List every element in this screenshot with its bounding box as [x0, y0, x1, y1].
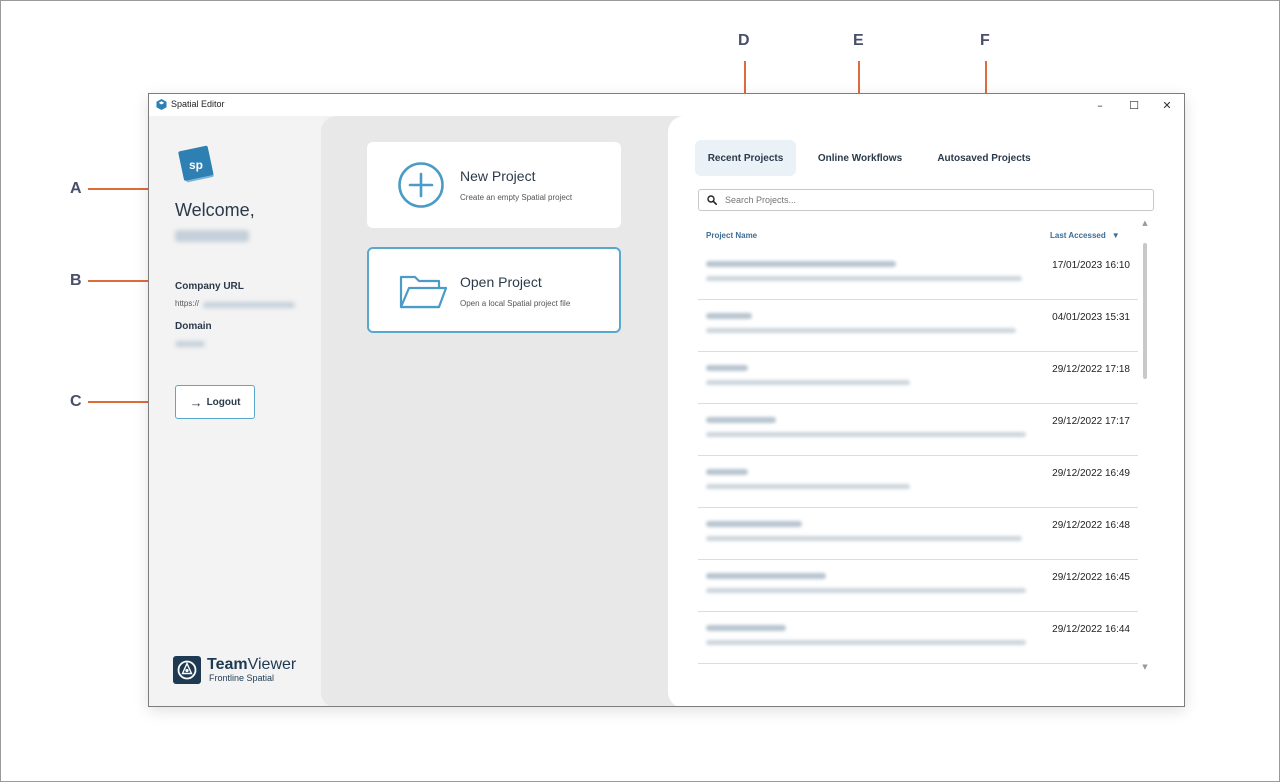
maximize-button[interactable]: ☐	[1117, 94, 1151, 116]
column-header-project-name[interactable]: Project Name	[706, 231, 757, 240]
project-path-redacted	[706, 536, 1022, 541]
project-name-redacted	[706, 625, 786, 631]
project-name-redacted	[706, 417, 776, 423]
project-path-redacted	[706, 328, 1016, 333]
teamviewer-logo: TeamViewer Frontline Spatial	[173, 656, 296, 684]
projects-panel: Recent Projects Online Workflows Autosav…	[668, 116, 1184, 706]
open-project-title: Open Project	[460, 274, 542, 290]
last-accessed-date: 04/01/2023 15:31	[1052, 312, 1130, 323]
list-item[interactable]: 29/12/2022 16:48	[698, 508, 1138, 560]
sidebar: sp Welcome, Company URL https:// Domain …	[149, 116, 321, 706]
scroll-up-icon[interactable]: ▲	[1141, 219, 1149, 227]
user-name	[175, 230, 249, 242]
project-name-redacted	[706, 521, 802, 527]
company-url-label: Company URL	[175, 281, 244, 292]
company-url-value: https://	[175, 299, 199, 308]
project-name-redacted	[706, 313, 752, 319]
domain-value-redacted	[175, 341, 205, 347]
list-item[interactable]: 29/12/2022 16:49	[698, 456, 1138, 508]
title-bar: Spatial Editor – ☐ ✕	[149, 94, 1184, 116]
list-scrollbar[interactable]: ▲ ▼	[1141, 219, 1149, 671]
last-accessed-date: 29/12/2022 16:48	[1052, 520, 1130, 531]
domain-label: Domain	[175, 321, 212, 332]
column-header-last-accessed[interactable]: Last Accessed ▼	[1050, 231, 1120, 240]
callout-label-d: D	[738, 32, 750, 49]
arrow-right-icon: →	[189, 394, 203, 410]
list-item[interactable]: 29/12/2022 17:17	[698, 404, 1138, 456]
tab-online-workflows[interactable]: Online Workflows	[808, 140, 912, 176]
minimize-button[interactable]: –	[1083, 94, 1117, 116]
brand-subtitle: Frontline Spatial	[209, 673, 275, 683]
new-project-title: New Project	[460, 168, 536, 184]
callout-label-e: E	[853, 32, 864, 49]
app-window: Spatial Editor – ☐ ✕ sp Welcome, Company…	[148, 93, 1185, 707]
window-title: Spatial Editor	[171, 99, 225, 109]
scroll-thumb[interactable]	[1143, 243, 1147, 379]
last-accessed-date: 29/12/2022 17:17	[1052, 416, 1130, 427]
tab-recent-projects[interactable]: Recent Projects	[695, 140, 796, 176]
search-icon	[707, 195, 717, 205]
last-accessed-date: 17/01/2023 16:10	[1052, 260, 1130, 271]
callout-label-c: C	[70, 393, 82, 410]
project-name-redacted	[706, 469, 748, 475]
plus-circle-icon	[398, 162, 444, 208]
sort-descending-icon: ▼	[1111, 231, 1120, 240]
welcome-heading: Welcome,	[175, 200, 255, 220]
project-path-redacted	[706, 484, 910, 489]
project-path-redacted	[706, 588, 1026, 593]
last-accessed-date: 29/12/2022 17:18	[1052, 364, 1130, 375]
project-path-redacted	[706, 380, 910, 385]
project-name-redacted	[706, 573, 826, 579]
project-path-redacted	[706, 640, 1026, 645]
last-accessed-date: 29/12/2022 16:49	[1052, 468, 1130, 479]
last-accessed-date: 29/12/2022 16:44	[1052, 624, 1130, 635]
open-project-subtitle: Open a local Spatial project file	[460, 299, 571, 308]
project-name-redacted	[706, 261, 896, 267]
open-project-card[interactable]: Open Project Open a local Spatial projec…	[367, 247, 621, 333]
new-project-subtitle: Create an empty Spatial project	[460, 193, 573, 202]
last-accessed-date: 29/12/2022 16:45	[1052, 572, 1130, 583]
logout-button[interactable]: → Logout	[175, 385, 255, 419]
project-path-redacted	[706, 432, 1026, 437]
new-project-card[interactable]: New Project Create an empty Spatial proj…	[367, 142, 621, 228]
list-item[interactable]: 29/12/2022 16:44	[698, 612, 1138, 664]
callout-label-a: A	[70, 180, 82, 197]
spatial-logo: sp	[178, 145, 214, 183]
list-item[interactable]: 17/01/2023 16:10	[698, 248, 1138, 300]
app-icon	[156, 99, 167, 110]
company-url-prefix: https://	[175, 299, 200, 308]
folder-icon	[399, 275, 447, 309]
search-input[interactable]	[725, 195, 1145, 205]
list-item[interactable]: 04/01/2023 15:31	[698, 300, 1138, 352]
brand-name-bold: Team	[207, 656, 248, 673]
logout-label: Logout	[206, 396, 241, 408]
brand-name-rest: Viewer	[247, 656, 297, 673]
scroll-down-icon[interactable]: ▼	[1141, 663, 1149, 671]
tab-autosaved-projects[interactable]: Autosaved Projects	[926, 140, 1042, 176]
teamviewer-icon	[173, 656, 201, 684]
project-path-redacted	[706, 276, 1022, 281]
close-button[interactable]: ✕	[1150, 94, 1184, 116]
last-accessed-label: Last Accessed	[1050, 231, 1106, 240]
spatial-logo-text: sp	[189, 158, 203, 172]
project-name-redacted	[706, 365, 748, 371]
list-item[interactable]: 29/12/2022 16:45	[698, 560, 1138, 612]
callout-label-f: F	[980, 32, 990, 49]
search-box[interactable]	[698, 189, 1154, 211]
callout-label-b: B	[70, 272, 82, 289]
company-url-redacted	[203, 302, 295, 308]
actions-panel: New Project Create an empty Spatial proj…	[321, 116, 681, 706]
list-item[interactable]: 29/12/2022 17:18	[698, 352, 1138, 404]
